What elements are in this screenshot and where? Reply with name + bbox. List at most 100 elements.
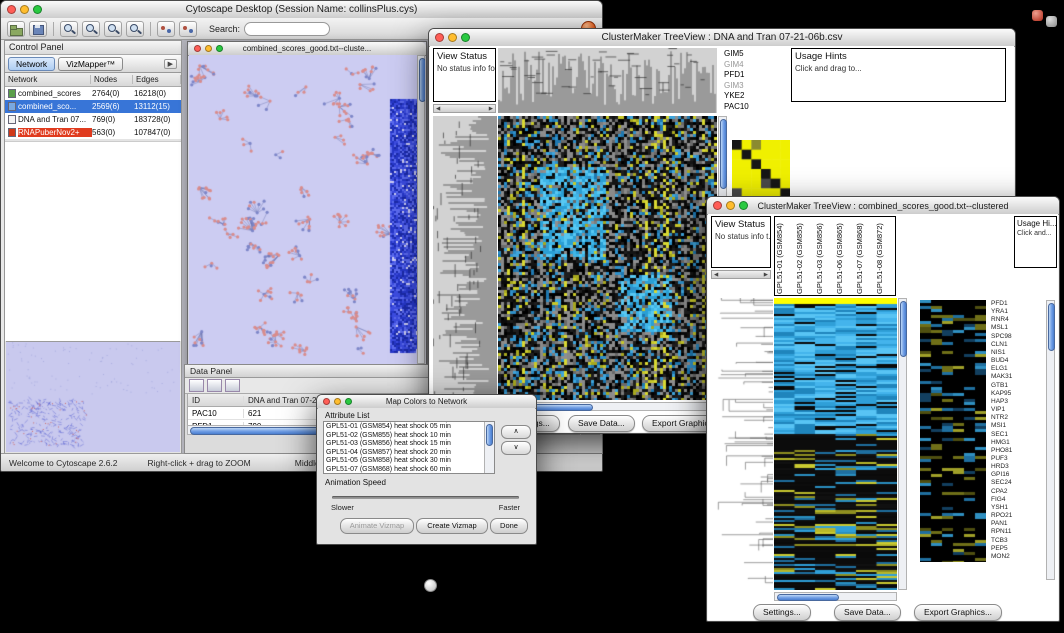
minimize-button[interactable] [334,398,341,405]
move-up-button[interactable]: ∧ [501,425,531,439]
gene-name[interactable]: RPN11 [991,528,1031,536]
main-titlebar[interactable]: Cytoscape Desktop (Session Name: collins… [1,1,602,19]
gene-name[interactable]: HRD3 [991,463,1031,471]
attribute-select-icon[interactable] [189,379,204,392]
network-overview-panel[interactable] [6,341,180,452]
gene-name[interactable]: BUD4 [991,357,1031,365]
gene-name[interactable]: HMG1 [991,439,1031,447]
attribute-item[interactable]: GPL51-05 (GSM858) heat shock 30 min [326,457,494,466]
close-button[interactable] [194,45,201,52]
search-input[interactable] [244,22,330,36]
array-column-label[interactable]: GPL51-06 (GSM865) [835,217,855,295]
column-dendrogram-canvas[interactable] [498,48,717,113]
gene-name[interactable]: SEC24 [991,479,1031,487]
gene-name[interactable]: CPA2 [991,488,1031,496]
gene-name[interactable]: SPC98 [991,333,1031,341]
minimize-button[interactable] [726,201,735,210]
zoom-button[interactable] [33,5,42,14]
array-column-label[interactable]: GPL51-08 (GSM872) [875,217,895,295]
animation-speed-slider[interactable] [332,496,519,499]
attribute-item[interactable]: GPL51-03 (GSM856) heat shock 15 min [326,440,494,449]
gene-name[interactable]: NTR2 [991,414,1031,422]
gene-list-vscrollbar[interactable] [1046,300,1055,580]
column-name[interactable]: GIM4 [724,60,787,71]
col-edges[interactable]: Edges [133,75,181,84]
heatmap-canvas[interactable] [498,116,717,400]
column-name[interactable]: GIM3 [724,81,787,92]
zoom-in-icon[interactable] [60,21,78,37]
zoom-out-icon[interactable] [82,21,100,37]
close-button[interactable] [323,398,330,405]
gene-name[interactable]: GTB1 [991,382,1031,390]
row-dendrogram-canvas[interactable] [433,116,497,400]
network-tool-icon[interactable] [157,21,175,37]
network-row[interactable]: combined_scores 2764(0) 16218(0) [5,87,181,100]
gene-name[interactable]: PUF3 [991,455,1031,463]
secondary-heatmap-canvas[interactable] [920,300,986,562]
network-vscrollbar[interactable] [417,55,425,364]
vscroll-thumb[interactable] [419,58,425,102]
zoom-button[interactable] [216,45,223,52]
gene-name[interactable]: PAN1 [991,520,1031,528]
array-column-label[interactable]: GPL51-03 (GSM856) [815,217,835,295]
gene-name[interactable]: MAK31 [991,373,1031,381]
save-data-button[interactable]: Save Data... [834,604,901,621]
gene-name[interactable]: MSI1 [991,422,1031,430]
gene-name[interactable]: PEP5 [991,545,1031,553]
scroll-right-icon[interactable]: ▶ [764,272,768,278]
minimize-button[interactable] [448,33,457,42]
scroll-left-icon[interactable]: ◀ [436,106,440,112]
mini-scrollbar[interactable]: ◀ ▶ [711,270,771,279]
column-name[interactable]: YKE2 [724,91,787,102]
tab-overflow-arrow-icon[interactable]: ▶ [164,59,177,69]
col-id[interactable]: ID [188,396,244,405]
close-button[interactable] [435,33,444,42]
gene-name[interactable]: MSL1 [991,324,1031,332]
gene-name[interactable]: ELG1 [991,365,1031,373]
zoom-button[interactable] [461,33,470,42]
gene-name[interactable]: MON2 [991,553,1031,561]
gene-name[interactable]: YSH1 [991,504,1031,512]
network-view-titlebar[interactable]: combined_scores_good.txt--cluste... [188,42,426,56]
gene-name[interactable]: TCB3 [991,537,1031,545]
save-data-button[interactable]: Save Data... [568,415,635,432]
attribute-create-icon[interactable] [207,379,222,392]
network-graph-canvas[interactable] [189,55,417,363]
scroll-right-icon[interactable]: ▶ [489,106,493,112]
dialog-titlebar[interactable]: Map Colors to Network [317,395,536,409]
done-button[interactable]: Done [490,518,528,534]
vscroll-thumb[interactable] [1048,303,1055,351]
zoom-fit-icon[interactable] [104,21,122,37]
col-nodes[interactable]: Nodes [91,75,133,84]
network-row[interactable]: DNA and Tran 07... 769(0) 183728(0) [5,113,181,126]
network-row-selected[interactable]: combined_sco... 2569(6) 13112(15) [5,100,181,113]
array-column-label[interactable]: GPL51-01 (GSM854) [775,217,795,295]
scroll-left-icon[interactable]: ◀ [714,272,718,278]
gene-name[interactable]: RNR4 [991,316,1031,324]
gene-name[interactable]: PFD1 [991,300,1031,308]
network-row[interactable]: RNAPuberNov2+ 563(0) 107847(0) [5,126,181,139]
heatmap-canvas[interactable] [774,298,897,590]
vscroll-thumb[interactable] [900,301,907,357]
heatmap-hscrollbar[interactable] [774,592,897,601]
minimize-button[interactable] [205,45,212,52]
move-down-button[interactable]: ∨ [501,441,531,455]
close-button[interactable] [7,5,16,14]
row-dendrogram-canvas[interactable] [711,298,773,590]
attribute-item[interactable]: GPL51-01 (GSM854) heat shock 05 min [326,423,494,432]
desktop-icon[interactable] [1046,16,1057,27]
heatmap-vscrollbar[interactable] [898,298,907,590]
array-column-label[interactable]: GPL51-02 (GSM855) [795,217,815,295]
zoom-selected-icon[interactable] [126,21,144,37]
close-button[interactable] [713,201,722,210]
desktop-icon[interactable] [1032,10,1043,21]
settings-button[interactable]: Settings... [753,604,811,621]
network-overview-thumbnail[interactable] [6,342,180,451]
column-name[interactable]: PAC10 [724,102,787,113]
vizmapper-tool-icon[interactable] [179,21,197,37]
slider-thumb[interactable] [424,579,437,592]
hscroll-thumb[interactable] [777,594,839,601]
minimize-button[interactable] [20,5,29,14]
animate-vizmap-button[interactable]: Animate Vizmap [340,518,414,534]
gene-name[interactable]: FIG4 [991,496,1031,504]
